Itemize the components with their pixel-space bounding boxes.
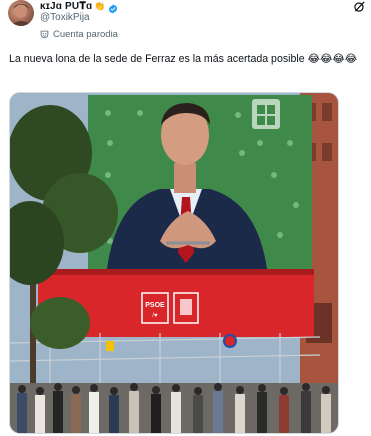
parody-label-row: Cuenta parodia	[40, 28, 118, 40]
tweet-text: La nueva lona de la sede de Ferraz es la…	[9, 53, 358, 65]
author-handle[interactable]: @ToxikPija	[40, 12, 90, 23]
tweet: ĸɪJɑ PU𝐓ɑ 👏 @ToxikPija Cuenta parodia La	[0, 0, 371, 436]
coat-of-arms	[252, 99, 280, 129]
psoe-logo: PSOE	[145, 302, 165, 309]
grok-icon[interactable]	[353, 0, 366, 13]
parody-mask-icon	[40, 30, 49, 39]
parody-label: Cuenta parodia	[53, 28, 118, 40]
tweet-photo[interactable]: PSOE /♥	[9, 92, 339, 434]
author-display-name[interactable]: ĸɪJɑ PU𝐓ɑ	[40, 1, 92, 12]
name-emoji: 👏	[94, 1, 106, 11]
svg-text:/♥: /♥	[152, 313, 158, 319]
avatar[interactable]	[8, 0, 34, 26]
author-name-row: ĸɪJɑ PU𝐓ɑ 👏	[40, 0, 118, 14]
verified-badge-icon	[108, 1, 118, 14]
